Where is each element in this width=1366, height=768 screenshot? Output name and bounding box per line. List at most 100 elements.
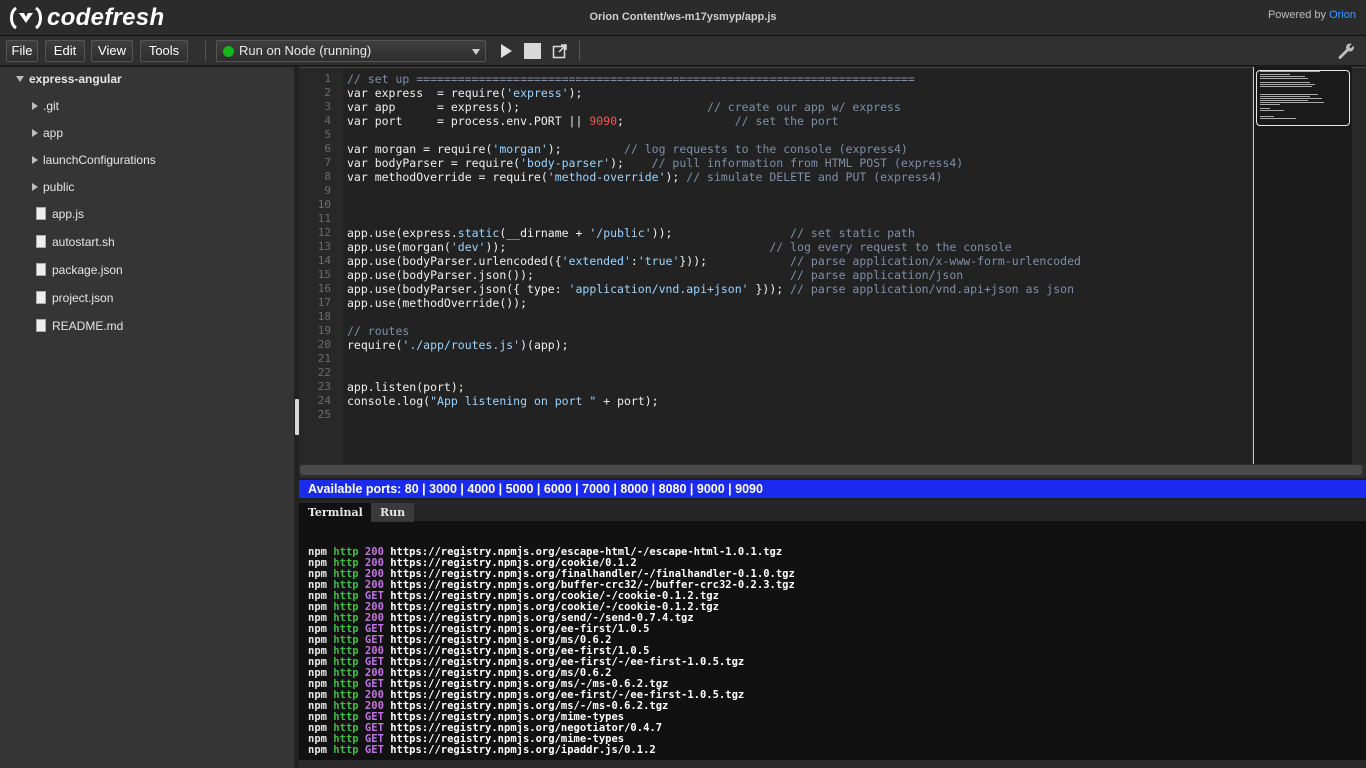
code-token: );	[665, 170, 687, 184]
terminal-scrollbar[interactable]	[299, 760, 1366, 768]
code-token: app.use(bodyParser.json({ type:	[347, 282, 569, 296]
code-token: app.use(express.	[347, 226, 458, 240]
collapsed-triangle-icon	[32, 156, 38, 164]
tree-file-project-json[interactable]: project.json	[36, 289, 113, 307]
minimap-line	[1260, 71, 1320, 72]
tools-menu-button[interactable]: Tools	[140, 40, 188, 62]
menu-bar: File Edit View Tools Run on Node (runnin…	[0, 36, 1366, 66]
tree-file-readme[interactable]: README.md	[36, 317, 123, 335]
code-token: console.log(	[347, 394, 431, 408]
code-token: static	[457, 226, 500, 240]
minimap-line	[1260, 76, 1305, 77]
code-token: 'method-override'	[547, 170, 666, 184]
view-menu-button[interactable]: View	[91, 40, 133, 62]
tab-run[interactable]: Run	[371, 503, 415, 522]
file-menu-button[interactable]: File	[6, 40, 38, 62]
minimap-line	[1260, 86, 1312, 87]
code-line: app.use(bodyParser.urlencoded({'extended…	[347, 254, 1081, 268]
code-token: (__dirname +	[499, 226, 590, 240]
stop-icon[interactable]	[524, 43, 541, 59]
tree-file-app-js[interactable]: app.js	[36, 205, 84, 223]
terminal-output[interactable]: npm http 200 https://registry.npmjs.org/…	[299, 522, 1366, 768]
minimap-line	[1260, 74, 1290, 75]
tree-item-label: public	[43, 180, 75, 194]
run-configuration-select[interactable]: Run on Node (running)	[216, 40, 486, 62]
line-number: 24	[317, 394, 331, 407]
terminal-code: GET	[364, 744, 384, 756]
tree-folder-public[interactable]: public	[32, 178, 74, 196]
code-token: // create our app w/ express	[707, 100, 901, 114]
code-line: app.use(express.static(__dirname + '/pub…	[347, 226, 915, 240]
wrench-icon[interactable]	[1338, 42, 1356, 60]
tree-file-package-json[interactable]: package.json	[36, 261, 123, 279]
file-icon	[36, 291, 46, 304]
code-token: // simulate DELETE and PUT (express4)	[686, 170, 943, 184]
code-line: app.use(methodOverride());	[347, 296, 527, 310]
code-token: );	[610, 156, 652, 170]
code-token: );	[547, 142, 624, 156]
tab-terminal[interactable]: Terminal	[299, 503, 372, 522]
line-number: 8	[324, 170, 331, 183]
terminal-proto: http	[333, 744, 359, 756]
minimap-line	[1260, 96, 1310, 97]
code-token: './app/routes.js'	[402, 338, 521, 352]
collapsed-triangle-icon	[32, 129, 38, 137]
play-icon[interactable]	[501, 44, 512, 58]
code-token: 'morgan'	[492, 142, 548, 156]
line-number: 20	[317, 338, 331, 351]
line-number: 15	[317, 268, 331, 281]
code-token: // parse application/x-www-form-urlencod…	[790, 254, 1081, 268]
line-number: 1	[324, 72, 331, 85]
line-number: 17	[317, 296, 331, 309]
code-token: var bodyParser = require(	[347, 156, 521, 170]
available-ports-bar: Available ports: 80 | 3000 | 4000 | 5000…	[299, 480, 1366, 498]
code-token: // set up ==============================…	[347, 72, 915, 86]
code-token: app.use(bodyParser.urlencoded({	[347, 254, 562, 268]
tree-folder-git[interactable]: .git	[32, 97, 59, 115]
minimap-line	[1260, 84, 1315, 85]
code-minimap[interactable]	[1253, 67, 1352, 464]
tree-root-label: express-angular	[29, 72, 122, 86]
line-number: 7	[324, 156, 331, 169]
code-line: var methodOverride = require('method-ove…	[347, 170, 942, 184]
code-token: var express = require(	[347, 86, 507, 100]
scrollbar-thumb[interactable]	[300, 465, 1362, 475]
code-line: var express = require('express');	[347, 86, 582, 100]
tree-root-folder[interactable]: express-angular	[16, 70, 122, 88]
minimap-line	[1260, 98, 1322, 99]
code-line: app.use(bodyParser.json({ type: 'applica…	[347, 282, 1074, 296]
code-token: '/public'	[589, 226, 652, 240]
code-line: app.listen(port);	[347, 380, 465, 394]
code-token: app.use(morgan(	[347, 240, 451, 254]
tree-folder-app[interactable]: app	[32, 124, 63, 142]
line-number: 19	[317, 324, 331, 337]
code-line: console.log("App listening on port " + p…	[347, 394, 659, 408]
minimap-line	[1260, 108, 1270, 109]
code-line: var morgan = require('morgan'); // log r…	[347, 142, 908, 156]
orion-link[interactable]: Orion	[1329, 9, 1356, 21]
edit-menu-button[interactable]: Edit	[45, 40, 85, 62]
minimap-line	[1260, 104, 1280, 105]
tree-folder-launchconfigurations[interactable]: launchConfigurations	[32, 151, 156, 169]
collapsed-triangle-icon	[32, 102, 38, 110]
code-token: require(	[347, 338, 403, 352]
minimap-line	[1260, 118, 1296, 119]
external-link-icon[interactable]	[552, 43, 568, 59]
minimap-line	[1260, 100, 1308, 101]
line-number: 22	[317, 366, 331, 379]
toolbar-separator	[579, 41, 580, 61]
file-icon	[36, 263, 46, 276]
tree-item-label: package.json	[52, 263, 123, 277]
code-token: // set the port	[734, 114, 839, 128]
expanded-triangle-icon	[16, 76, 24, 82]
tree-file-autostart[interactable]: autostart.sh	[36, 233, 115, 251]
code-text-area[interactable]: // set up ==============================…	[343, 68, 1251, 465]
code-token: :	[630, 254, 638, 268]
code-token: );	[568, 86, 583, 100]
line-number: 23	[317, 380, 331, 393]
menu-separator	[205, 41, 206, 61]
line-number: 12	[317, 226, 331, 239]
code-line: require('./app/routes.js')(app);	[347, 338, 569, 352]
code-token: 'true'	[637, 254, 680, 268]
code-token: ));	[651, 226, 791, 240]
